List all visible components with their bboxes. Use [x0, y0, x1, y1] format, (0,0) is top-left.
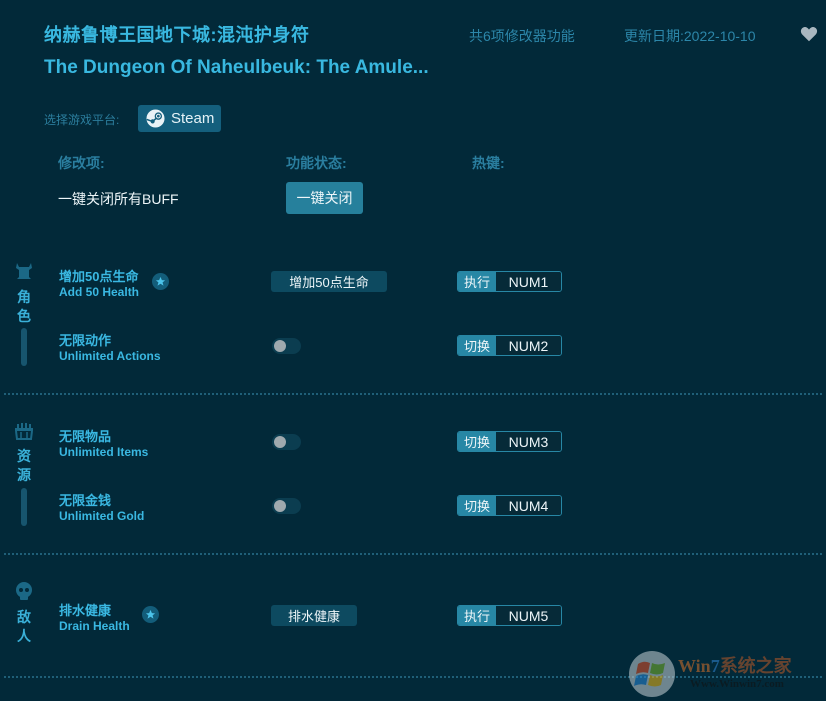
star-icon — [142, 606, 159, 623]
hotkey-num4[interactable]: 切换 NUM4 — [457, 495, 562, 516]
basket-icon — [15, 423, 33, 440]
steam-label: Steam — [171, 110, 215, 127]
item-name-cn: 无限动作 — [59, 333, 112, 348]
unlimited-actions-toggle[interactable] — [272, 338, 301, 354]
divider — [4, 553, 822, 555]
hotkey-key: NUM4 — [496, 496, 561, 515]
category-label-resources: 资源 — [17, 448, 31, 483]
toggle-knob — [274, 340, 286, 352]
hotkey-key: NUM5 — [496, 606, 561, 625]
category-scrollbar[interactable] — [21, 488, 27, 526]
skull-icon — [16, 582, 32, 600]
add-50-health-button[interactable]: 增加50点生命 — [271, 271, 387, 292]
close-all-buff-label: 一键关闭所有BUFF — [58, 191, 179, 207]
hotkey-type: 切换 — [458, 336, 496, 355]
hotkey-type: 切换 — [458, 496, 496, 515]
hotkey-num3[interactable]: 切换 NUM3 — [457, 431, 562, 452]
watermark: Win7系统之家 Www.Winwin7.com — [628, 648, 824, 700]
item-name-en: Drain Health — [59, 619, 130, 633]
category-label-character: 角色 — [17, 289, 31, 324]
heart-icon[interactable] — [800, 26, 818, 42]
game-title-cn: 纳赫鲁博王国地下城:混沌护身符 — [44, 25, 310, 45]
item-name-cn: 增加50点生命 — [59, 269, 139, 284]
unlimited-items-toggle[interactable] — [272, 434, 301, 450]
hotkey-type: 执行 — [458, 606, 496, 625]
game-title-en: The Dungeon Of Naheulbeuk: The Amule... — [44, 57, 429, 78]
item-name-cn: 无限金钱 — [59, 493, 112, 508]
update-date: 更新日期:2022-10-10 — [624, 28, 756, 44]
toggle-knob — [274, 436, 286, 448]
column-header-state: 功能状态: — [286, 155, 347, 171]
hotkey-num5[interactable]: 执行 NUM5 — [457, 605, 562, 626]
column-header-modifier: 修改项: — [58, 155, 105, 171]
hotkey-key: NUM3 — [496, 432, 561, 451]
hotkey-type: 执行 — [458, 272, 496, 291]
steam-icon — [146, 109, 165, 128]
hotkey-num1[interactable]: 执行 NUM1 — [457, 271, 562, 292]
item-name-en: Unlimited Gold — [59, 509, 145, 523]
drain-health-button[interactable]: 排水健康 — [271, 605, 357, 626]
hotkey-key: NUM2 — [496, 336, 561, 355]
windows-logo-icon — [629, 651, 675, 697]
item-name-en: Unlimited Actions — [59, 349, 161, 363]
watermark-brand: Win7系统之家 — [678, 656, 792, 676]
hotkey-key: NUM1 — [496, 272, 561, 291]
column-header-hotkey: 热键: — [472, 155, 505, 171]
helmet-icon — [16, 263, 32, 279]
hotkey-num2[interactable]: 切换 NUM2 — [457, 335, 562, 356]
star-icon — [152, 273, 169, 290]
item-name-en: Unlimited Items — [59, 445, 149, 459]
divider — [4, 393, 822, 395]
watermark-url: Www.Winwin7.com — [690, 678, 784, 690]
unlimited-gold-toggle[interactable] — [272, 498, 301, 514]
toggle-knob — [274, 500, 286, 512]
item-name-en: Add 50 Health — [59, 285, 140, 299]
feature-count: 共6项修改器功能 — [469, 28, 575, 44]
platform-label: 选择游戏平台: — [44, 113, 120, 127]
category-scrollbar[interactable] — [21, 328, 27, 366]
item-name-cn: 无限物品 — [59, 429, 112, 444]
category-label-enemy: 敌人 — [17, 609, 31, 644]
steam-platform-button[interactable]: Steam — [138, 105, 221, 132]
item-name-cn: 排水健康 — [59, 603, 112, 618]
hotkey-type: 切换 — [458, 432, 496, 451]
close-all-button[interactable]: 一键关闭 — [286, 182, 363, 214]
